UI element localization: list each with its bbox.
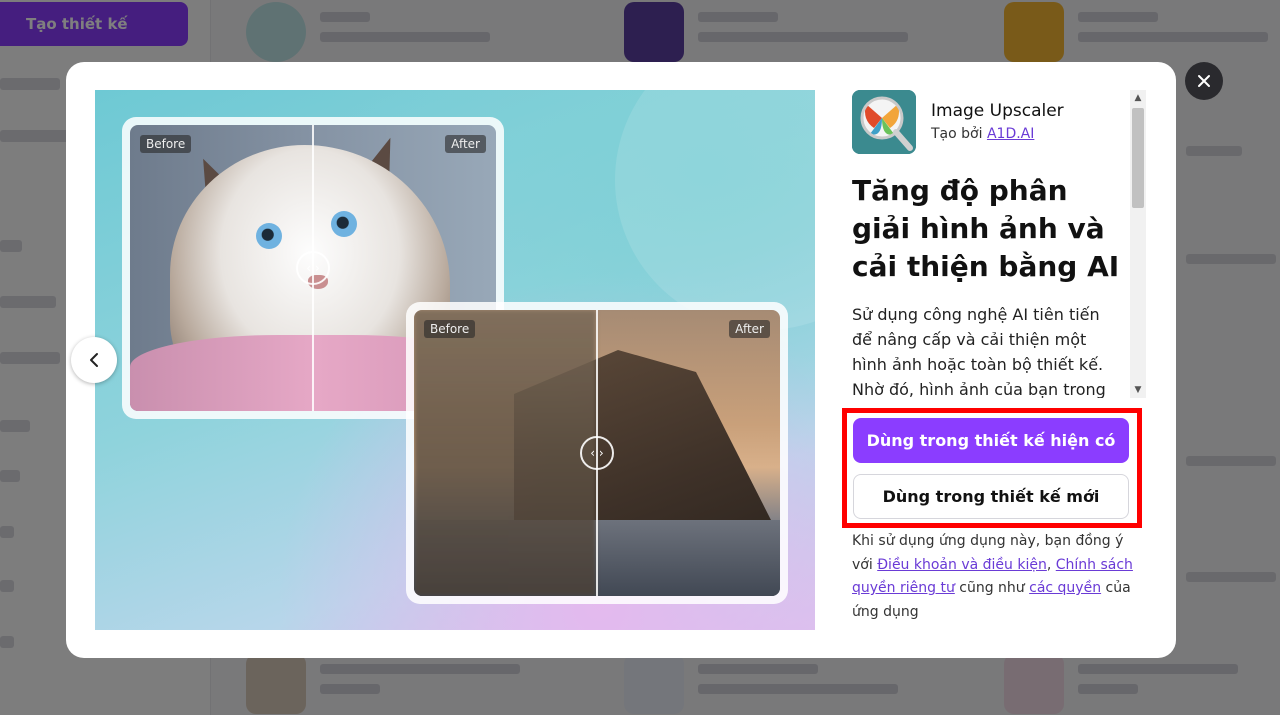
description-scrollbar[interactable]: ▲ ▼ [1130, 90, 1146, 398]
comparison-handle-icon[interactable]: ‹ › [296, 251, 330, 285]
after-tag: After [445, 135, 486, 153]
creator-link[interactable]: A1D.AI [987, 126, 1034, 142]
comparison-handle-icon[interactable]: ‹ › [580, 436, 614, 470]
scrollbar-thumb[interactable] [1132, 108, 1144, 208]
preview-carousel: Before After ‹ › Before After ‹ › [95, 90, 815, 630]
app-description: Sử dụng công nghệ AI tiên tiến để nâng c… [852, 305, 1106, 398]
cat-eye [331, 211, 357, 237]
terms-and-conditions-link[interactable]: Điều khoản và điều kiện [877, 557, 1047, 573]
chevron-left-icon [90, 353, 98, 367]
app-name: Image Upscaler [931, 101, 1064, 121]
decorative-circle [615, 90, 815, 330]
app-creator: Tạo bởi A1D.AI [931, 126, 1034, 142]
use-in-new-design-button[interactable]: Dùng trong thiết kế mới [853, 474, 1129, 519]
use-in-existing-design-button[interactable]: Dùng trong thiết kế hiện có [853, 418, 1129, 463]
close-modal-button[interactable] [1185, 62, 1223, 100]
terms-notice: Khi sử dụng ứng dụng này, bạn đồng ý với… [852, 530, 1137, 624]
scroll-down-icon[interactable]: ▼ [1130, 382, 1146, 398]
before-tag: Before [140, 135, 192, 153]
creator-prefix: Tạo bởi [931, 126, 983, 142]
after-tag: After [729, 320, 770, 338]
app-headline: Tăng độ phân giải hình ảnh và cải thiện … [852, 174, 1120, 283]
scroll-up-icon[interactable]: ▲ [1130, 90, 1146, 106]
close-icon [1198, 75, 1210, 87]
app-logo [852, 90, 916, 154]
terms-separator: , [1046, 556, 1052, 573]
magnifier-butterfly-icon [852, 90, 916, 154]
cat-eye [256, 223, 282, 249]
previous-slide-button[interactable] [71, 337, 117, 383]
before-tag: Before [424, 320, 476, 338]
coast-comparison-image: Before After ‹ › [414, 310, 780, 596]
permissions-link[interactable]: các quyền [1029, 580, 1101, 596]
terms-mid: cũng như [959, 580, 1025, 596]
app-description-scroll[interactable]: Sử dụng công nghệ AI tiên tiến để nâng c… [852, 302, 1124, 398]
coast-comparison-frame: Before After ‹ › [406, 302, 788, 604]
